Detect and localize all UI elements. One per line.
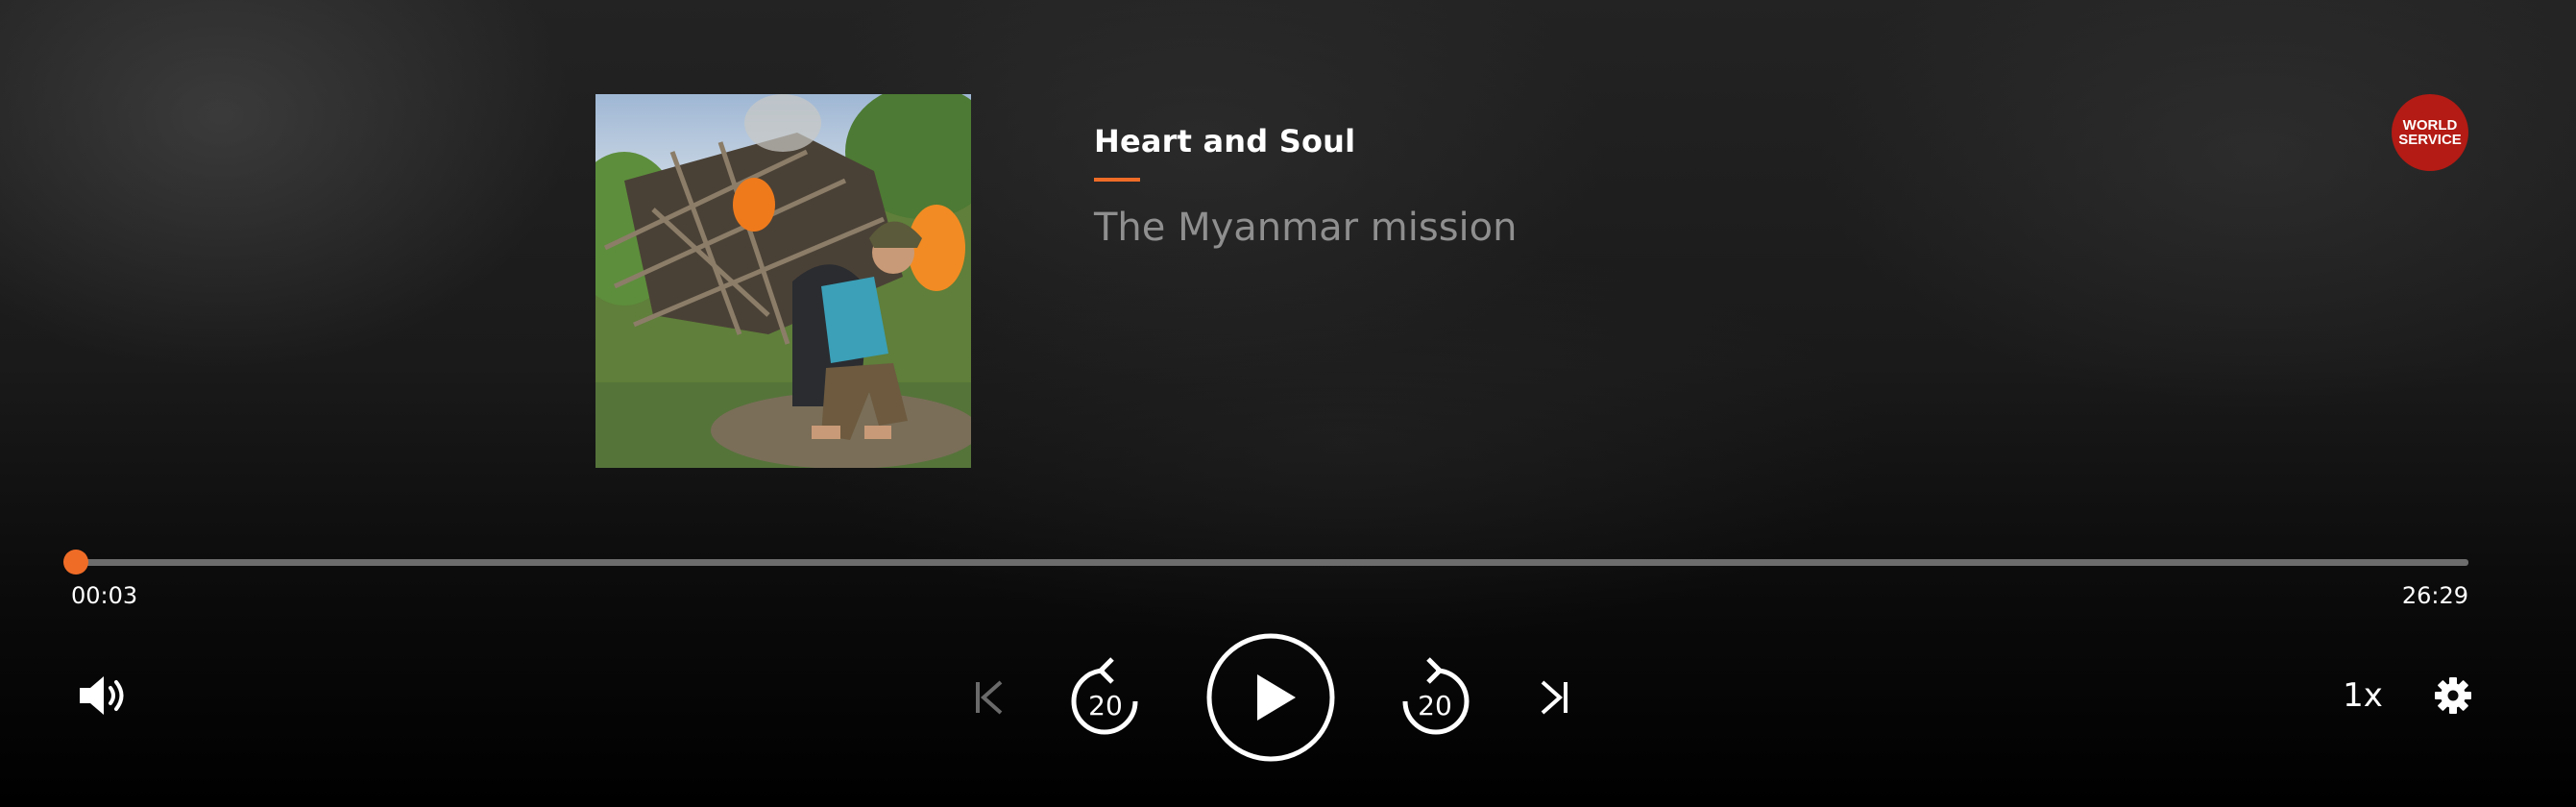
playback-speed-button[interactable]: 1x: [2334, 672, 2392, 719]
next-button[interactable]: [1535, 676, 1573, 719]
settings-button[interactable]: [2430, 672, 2476, 719]
title-accent-underline: [1094, 178, 1140, 182]
progress-scrubber-handle[interactable]: [62, 550, 88, 575]
forward-20-button[interactable]: 20: [1397, 657, 1474, 738]
forward-20-icon: 20: [1402, 657, 1470, 735]
play-icon: [1206, 633, 1335, 762]
skip-next-icon: [1541, 680, 1567, 715]
elapsed-time: 00:03: [71, 582, 138, 609]
volume-button[interactable]: [77, 671, 131, 721]
logo-line-2: SERVICE: [2398, 132, 2462, 148]
progress-bar[interactable]: [62, 550, 2468, 575]
programme-title[interactable]: Heart and Soul: [1094, 123, 1355, 159]
forward-seconds-label: 20: [1418, 690, 1452, 721]
logo-line-1: WORLD: [2402, 117, 2458, 134]
rewind-seconds-label: 20: [1088, 690, 1123, 721]
rewind-20-icon: 20: [1071, 657, 1138, 735]
volume-icon: [80, 676, 124, 715]
gear-icon: [2435, 677, 2471, 714]
world-service-logo: WORLD SERVICE: [2392, 94, 2468, 171]
episode-title: The Myanmar mission: [1094, 206, 1518, 250]
total-duration: 26:29: [2401, 582, 2468, 609]
play-button[interactable]: [1205, 632, 1336, 763]
episode-artwork: [595, 94, 971, 468]
previous-button[interactable]: [970, 676, 1009, 719]
skip-previous-icon: [976, 680, 1003, 715]
rewind-20-button[interactable]: 20: [1066, 657, 1143, 738]
